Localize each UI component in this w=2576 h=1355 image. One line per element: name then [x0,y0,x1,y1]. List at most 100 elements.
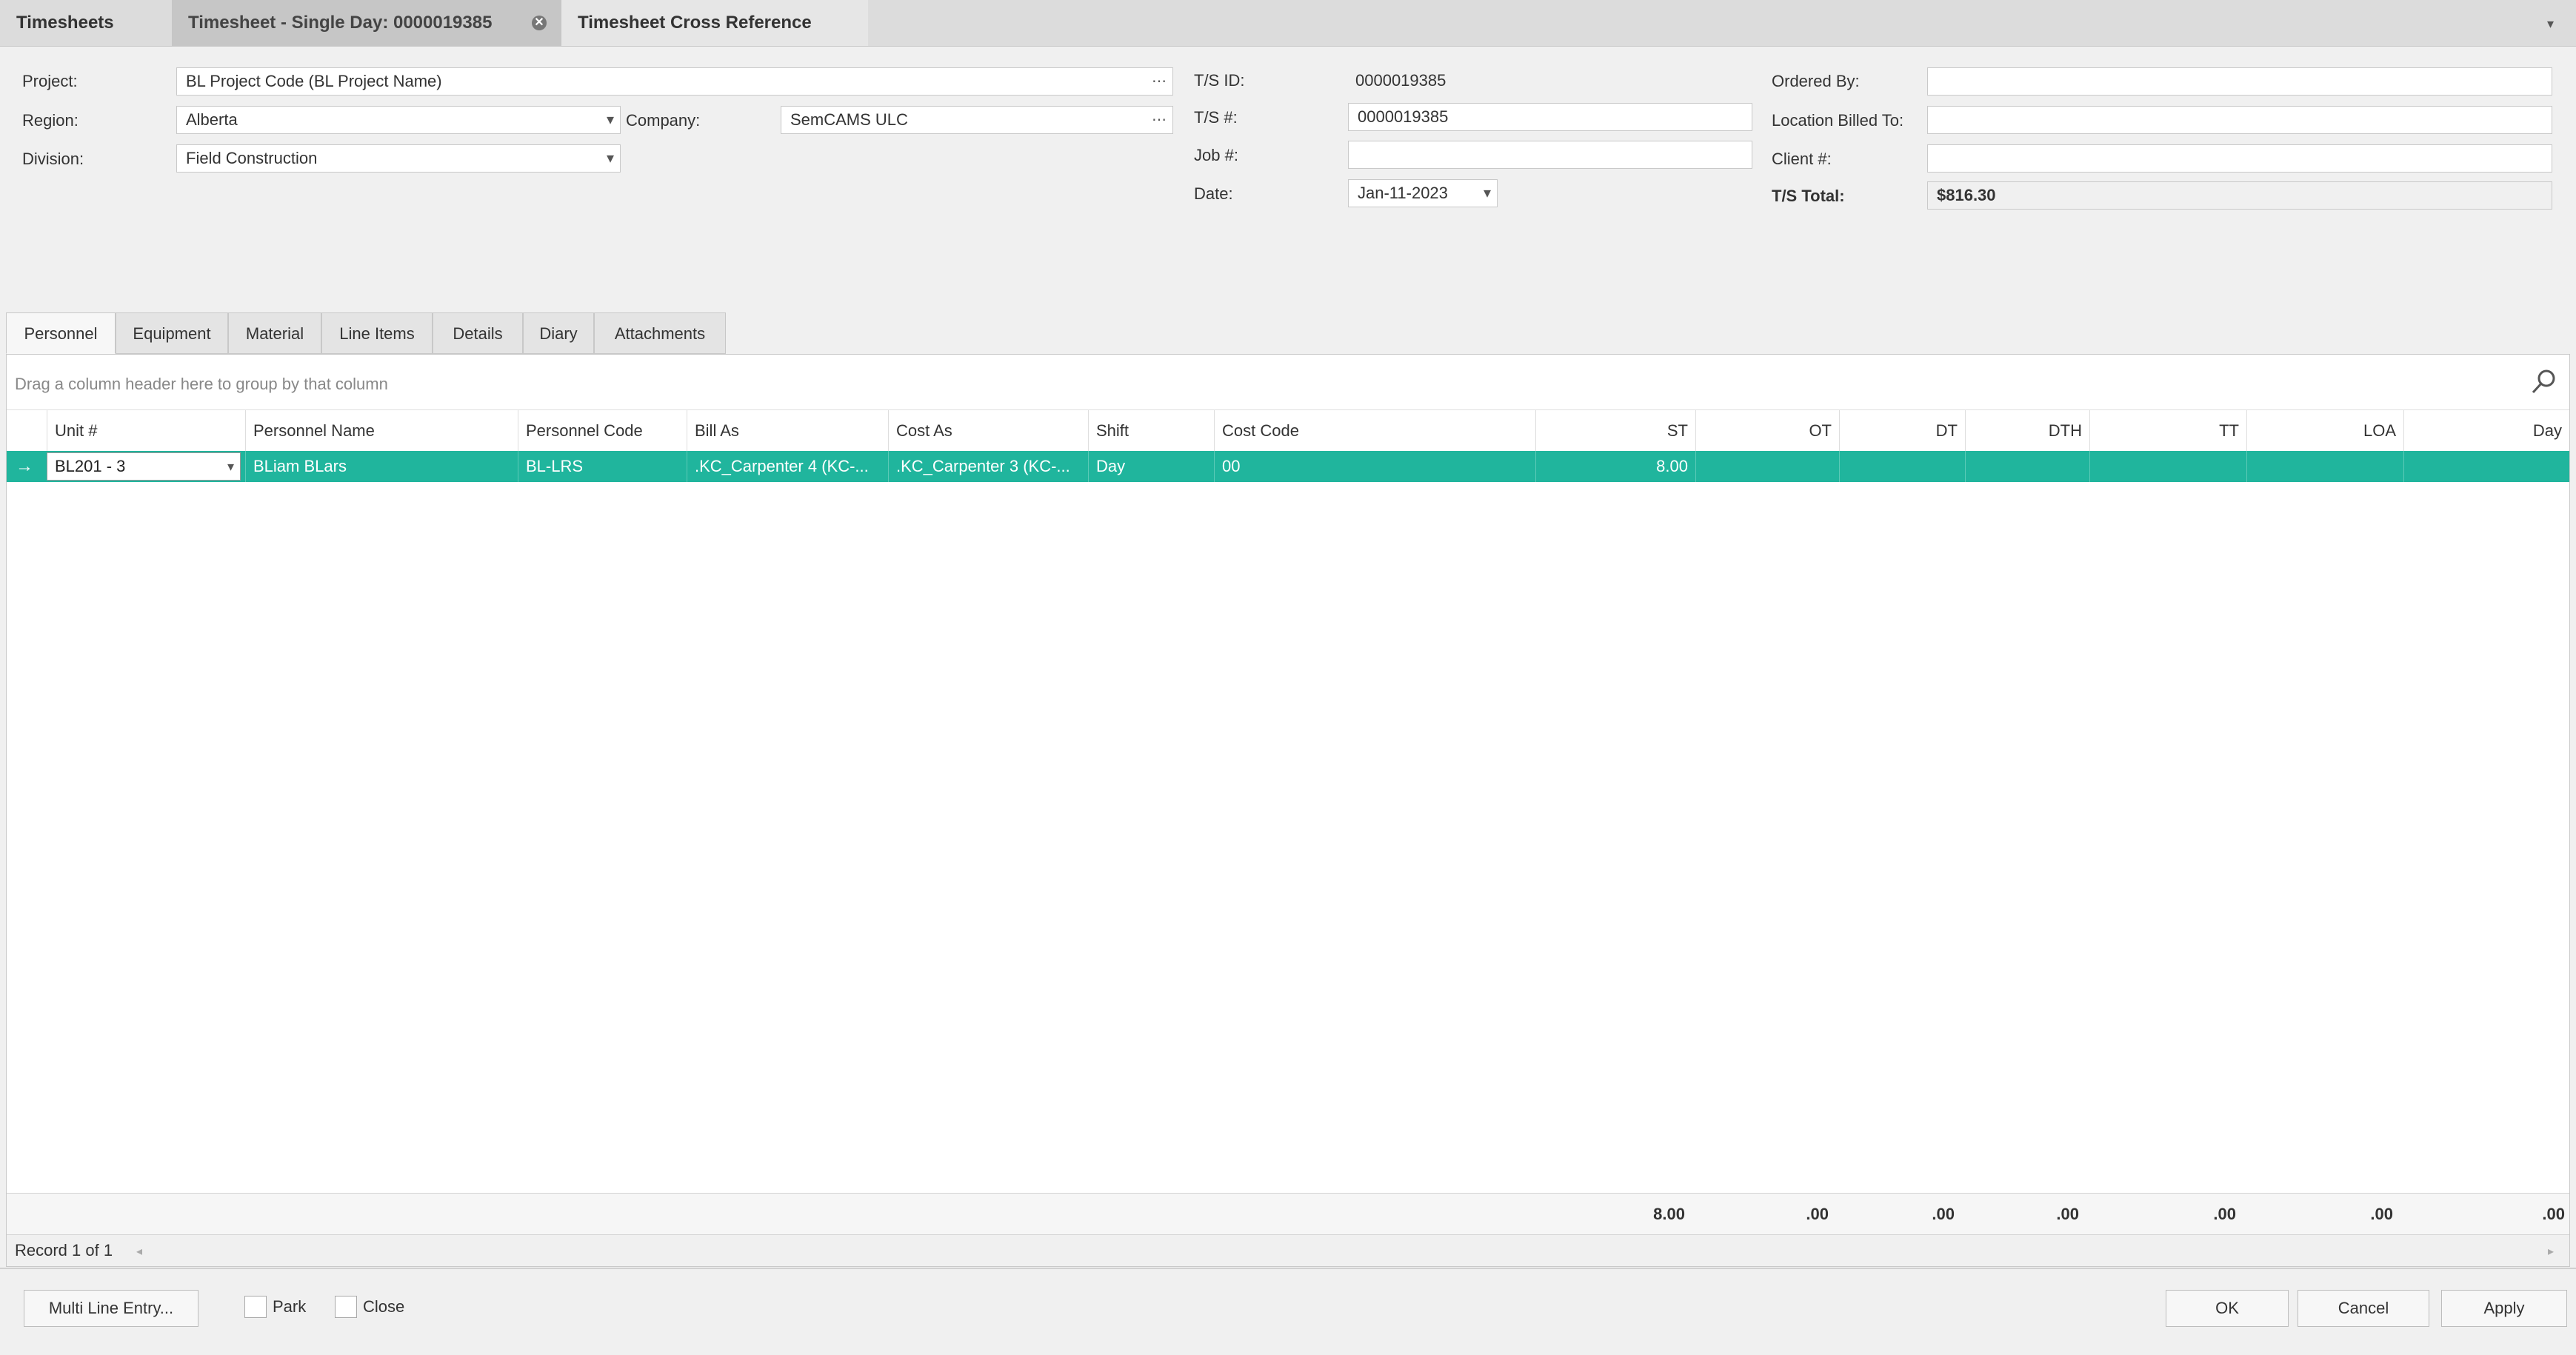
tab-timesheet-cross-reference[interactable]: Timesheet Cross Reference [561,0,868,46]
ellipsis-icon[interactable]: ⋯ [1152,68,1167,95]
tab-personnel[interactable]: Personnel [6,312,116,354]
date-value: Jan-11-2023 [1358,184,1448,202]
ok-button[interactable]: OK [2166,1290,2289,1327]
close-label: Close [363,1297,405,1316]
cell-cost-as[interactable]: .KC_Carpenter 3 (KC-... [888,451,1088,482]
tab-timesheet-single-day[interactable]: Timesheet - Single Day: 0000019385 ✕ [172,0,561,46]
cell-dt[interactable] [1839,451,1965,482]
column-header-dt[interactable]: DT [1839,410,1965,452]
location-billed-input[interactable] [1927,106,2552,134]
record-count: Record 1 of 1 [15,1241,113,1259]
division-select[interactable]: Field Construction ▾ [176,144,621,173]
chevron-down-icon[interactable]: ▾ [227,453,234,480]
total-ot: .00 [1806,1205,1829,1223]
divider [0,1268,2576,1269]
cell-personnel-name[interactable]: BLiam BLars [245,451,518,482]
project-label: Project: [22,72,78,90]
cell-day[interactable] [2403,451,2569,482]
total-tt: .00 [2213,1205,2236,1223]
unit-cell-editor[interactable]: BL201 - 3 ▾ [47,452,241,481]
region-label: Region: [22,111,79,130]
date-picker[interactable]: Jan-11-2023 ▾ [1348,179,1498,207]
tsnum-input[interactable]: 0000019385 [1348,103,1752,131]
cell-tt[interactable] [2089,451,2246,482]
company-field[interactable]: SemCAMS ULC ⋯ [781,106,1173,134]
chevron-down-icon[interactable]: ▾ [607,107,614,133]
grid-footer-totals: 8.00 .00 .00 .00 .00 .00 .00 [7,1193,2569,1235]
total-dt: .00 [1932,1205,1955,1223]
ellipsis-icon[interactable]: ⋯ [1152,107,1167,133]
tsnum-label: T/S #: [1194,108,1238,127]
scroll-left-icon[interactable]: ◂ [136,1244,142,1259]
tab-attachments[interactable]: Attachments [594,312,726,354]
column-header-loa[interactable]: LOA [2246,410,2403,452]
tsid-value: 0000019385 [1355,71,1447,90]
cell-loa[interactable] [2246,451,2403,482]
cell-cost-code[interactable]: 00 [1214,451,1535,482]
search-icon[interactable] [2529,367,2558,397]
group-by-panel[interactable] [7,355,2569,410]
column-header-cost-as[interactable]: Cost As [888,410,1088,452]
cell-st[interactable]: 8.00 [1535,451,1695,482]
cancel-button[interactable]: Cancel [2298,1290,2429,1327]
total-dth: .00 [2056,1205,2079,1223]
tab-equipment[interactable]: Equipment [116,312,228,354]
tab-list-chevron-down-icon[interactable]: ▾ [2547,16,2554,32]
ordered-by-label: Ordered By: [1772,72,1860,90]
division-label: Division: [22,150,84,168]
tab-details[interactable]: Details [433,312,523,354]
column-header-unit[interactable]: Unit # [47,410,245,452]
unit-cell-value: BL201 - 3 [55,457,126,475]
job-label: Job #: [1194,146,1238,164]
column-header-ot[interactable]: OT [1695,410,1839,452]
record-navigator [7,1234,2569,1266]
close-tab-icon[interactable]: ✕ [532,16,547,30]
job-input[interactable] [1348,141,1752,169]
column-header-st[interactable]: ST [1535,410,1695,452]
tsnum-value: 0000019385 [1358,107,1449,126]
document-tab-strip: Timesheets Timesheet - Single Day: 00000… [0,0,2576,47]
tab-material[interactable]: Material [228,312,321,354]
scroll-right-icon[interactable]: ▸ [2548,1244,2554,1259]
total-value: $816.30 [1937,186,1996,204]
multi-line-entry-button[interactable]: Multi Line Entry... [24,1290,198,1327]
ordered-by-input[interactable] [1927,67,2552,96]
personnel-grid [6,354,2570,1267]
row-indicator-header [7,410,47,452]
cell-ot[interactable] [1695,451,1839,482]
column-header-day[interactable]: Day [2403,410,2569,452]
column-header-dth[interactable]: DTH [1965,410,2089,452]
total-day: .00 [2542,1205,2565,1223]
total-label: T/S Total: [1772,187,1845,205]
location-billed-label: Location Billed To: [1772,111,1904,130]
tab-timesheets[interactable]: Timesheets [0,0,172,46]
column-header-bill-as[interactable]: Bill As [687,410,888,452]
apply-button[interactable]: Apply [2441,1290,2567,1327]
company-label: Company: [626,111,701,130]
park-label: Park [273,1297,307,1316]
close-checkbox[interactable] [335,1296,357,1318]
project-value: BL Project Code (BL Project Name) [186,72,442,90]
column-header-shift[interactable]: Shift [1088,410,1214,452]
cell-shift[interactable]: Day [1088,451,1214,482]
client-input[interactable] [1927,144,2552,173]
park-checkbox[interactable] [244,1296,267,1318]
project-field[interactable]: BL Project Code (BL Project Name) ⋯ [176,67,1173,96]
tab-diary[interactable]: Diary [523,312,594,354]
company-value: SemCAMS ULC [790,110,908,129]
region-select[interactable]: Alberta ▾ [176,106,621,134]
column-header-personnel-code[interactable]: Personnel Code [518,410,687,452]
division-value: Field Construction [186,149,318,167]
tab-line-items[interactable]: Line Items [321,312,433,354]
chevron-down-icon[interactable]: ▾ [607,145,614,172]
column-header-personnel-name[interactable]: Personnel Name [245,410,518,452]
cell-personnel-code[interactable]: BL-LRS [518,451,687,482]
total-loa: .00 [2370,1205,2393,1223]
chevron-down-icon[interactable]: ▾ [1484,180,1491,207]
cell-dth[interactable] [1965,451,2089,482]
column-header-cost-code[interactable]: Cost Code [1214,410,1535,452]
cell-bill-as[interactable]: .KC_Carpenter 4 (KC-... [687,451,888,482]
column-header-tt[interactable]: TT [2089,410,2246,452]
table-row[interactable]: → BLiam BLars BL-LRS .KC_Carpenter 4 (KC… [7,451,2569,482]
total-st: 8.00 [1653,1205,1685,1223]
